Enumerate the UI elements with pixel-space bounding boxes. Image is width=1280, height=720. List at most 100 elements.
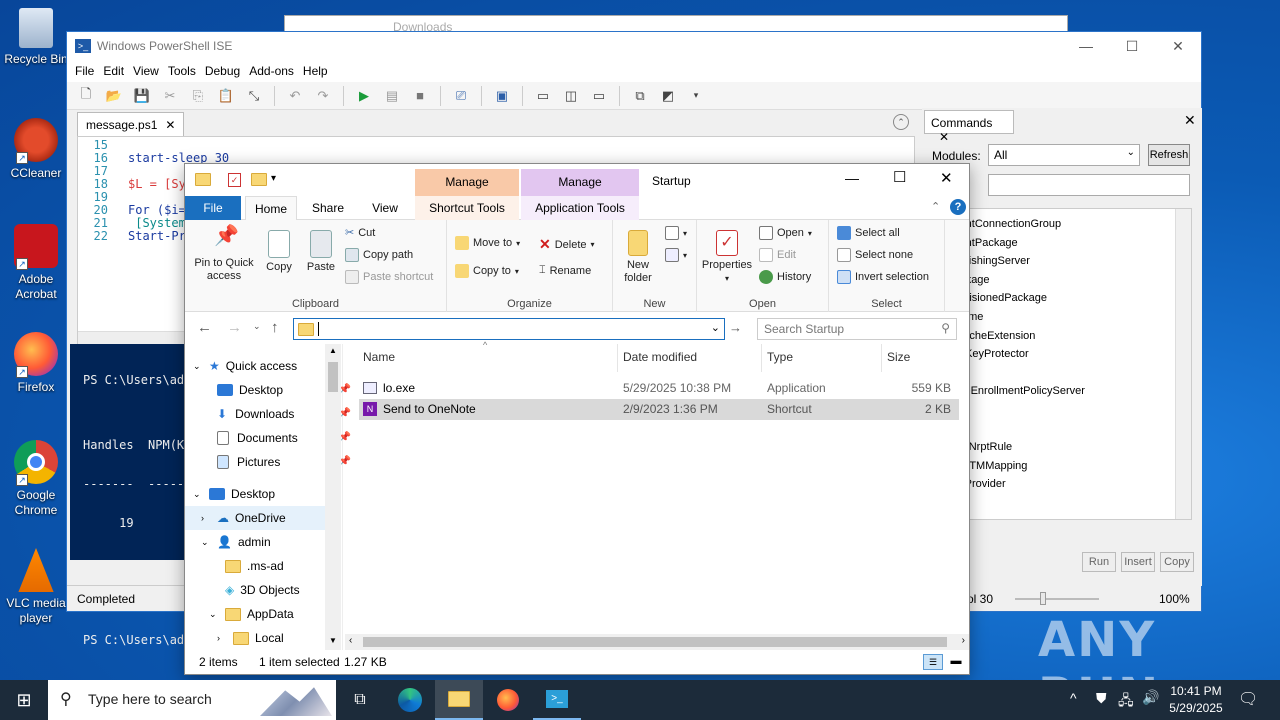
- maximize-button[interactable]: ☐: [1109, 32, 1155, 60]
- search-input[interactable]: Search Startup ⚲: [757, 318, 957, 340]
- properties-button[interactable]: ✓ Properties ▾: [699, 230, 755, 285]
- redo-icon[interactable]: ↷: [312, 85, 334, 107]
- new-folder-button[interactable]: New folder: [617, 230, 659, 285]
- minimize-button[interactable]: —: [1063, 32, 1109, 60]
- paste-button[interactable]: Paste: [301, 230, 341, 274]
- zoom-slider[interactable]: [1015, 598, 1099, 600]
- tab-home[interactable]: Home: [245, 196, 297, 220]
- column-name[interactable]: Name: [363, 350, 395, 364]
- back-icon[interactable]: ←: [197, 319, 212, 336]
- minimize-button[interactable]: —: [845, 170, 859, 186]
- nav-admin[interactable]: ⌄ 👤 admin: [201, 530, 341, 554]
- run-selection-icon[interactable]: ▤: [381, 85, 403, 107]
- remote-powershell-icon[interactable]: ⎚: [450, 85, 472, 107]
- move-to-button[interactable]: Move to ▾: [455, 236, 520, 250]
- zoom-slider-thumb[interactable]: [1040, 592, 1046, 605]
- open-folder-icon[interactable]: 📂: [103, 85, 125, 107]
- powershell-console-icon[interactable]: ▣: [491, 85, 513, 107]
- console-pane[interactable]: PS C:\Users\ad Handles NPM(K ------- ---…: [70, 344, 190, 647]
- pin-quick-access-button[interactable]: 📌 Pin to Quick access: [191, 226, 257, 283]
- scroll-left-icon[interactable]: ‹: [349, 635, 352, 646]
- new-item-button[interactable]: ▾: [665, 226, 687, 240]
- menu-help[interactable]: Help: [301, 64, 335, 78]
- quick-access-dropdown-icon[interactable]: ▾: [271, 173, 276, 184]
- scroll-down-icon[interactable]: ▼: [329, 636, 337, 645]
- column-size[interactable]: Size: [887, 350, 910, 364]
- easy-access-button[interactable]: ▾: [665, 248, 687, 262]
- column-date-modified[interactable]: Date modified: [623, 350, 697, 364]
- close-button[interactable]: ✕: [940, 169, 953, 187]
- desktop-icon-google-chrome[interactable]: ↗ Google Chrome: [0, 440, 72, 518]
- volume-icon[interactable]: 🔊: [1142, 689, 1159, 706]
- open-button[interactable]: Open ▾: [759, 226, 812, 240]
- new-file-icon[interactable]: 🗋: [75, 85, 97, 107]
- details-view-icon[interactable]: ☰: [923, 654, 943, 670]
- clock[interactable]: 10:41 PM 5/29/2025: [1164, 683, 1228, 717]
- copy-to-button[interactable]: Copy to ▾: [455, 264, 519, 278]
- large-icons-view-icon[interactable]: ▬: [947, 654, 965, 670]
- refresh-button[interactable]: Refresh: [1148, 144, 1190, 166]
- address-input[interactable]: ⌄: [293, 318, 725, 340]
- nav-ms-ad[interactable]: .ms-ad: [225, 554, 365, 578]
- maximize-button[interactable]: ☐: [893, 168, 906, 186]
- new-folder-quick-icon[interactable]: [251, 173, 267, 186]
- run-script-icon[interactable]: ▶: [353, 85, 375, 107]
- forward-icon[interactable]: →: [227, 319, 242, 336]
- properties-quick-icon[interactable]: ✓: [228, 173, 241, 187]
- taskbar-edge[interactable]: [386, 680, 434, 720]
- collapse-script-pane-icon[interactable]: ⌃: [893, 114, 909, 130]
- copy-button[interactable]: Copy: [259, 230, 299, 274]
- select-all-button[interactable]: Select all: [837, 226, 900, 240]
- ise-title-bar[interactable]: >_ Windows PowerShell ISE — ☐ ✕: [67, 32, 1201, 60]
- nav-quick-access[interactable]: ⌄ ★ Quick access: [193, 354, 333, 378]
- menu-file[interactable]: File: [73, 64, 101, 78]
- scroll-thumb[interactable]: [328, 362, 338, 392]
- history-button[interactable]: History: [759, 270, 811, 284]
- rename-button[interactable]: ⌶ Rename: [539, 264, 591, 277]
- navigation-pane[interactable]: ⌄ ★ Quick access Desktop 📌 ⬇ Downloads 📌 Docu…: [185, 344, 351, 650]
- close-button[interactable]: ✕: [1155, 32, 1201, 60]
- column-type[interactable]: Type: [767, 350, 793, 364]
- layout-top-icon[interactable]: ▭: [532, 85, 554, 107]
- close-tab-icon[interactable]: ✕: [165, 118, 175, 132]
- save-icon[interactable]: 💾: [131, 85, 153, 107]
- go-arrow-icon[interactable]: →: [729, 320, 742, 335]
- tab-share[interactable]: Share: [305, 196, 351, 220]
- scroll-up-icon[interactable]: ▲: [329, 346, 337, 355]
- nav-desktop-root[interactable]: ⌄ Desktop: [193, 482, 333, 506]
- commands-tab[interactable]: Commands ✕: [924, 110, 1014, 144]
- taskbar-file-explorer[interactable]: [435, 680, 483, 720]
- scroll-right-icon[interactable]: ›: [962, 635, 965, 646]
- command-name-input[interactable]: [988, 174, 1190, 196]
- desktop-icon-ccleaner[interactable]: ↗ CCleaner: [0, 118, 72, 181]
- tab-view[interactable]: View: [361, 196, 409, 220]
- layout-max-icon[interactable]: ▭: [588, 85, 610, 107]
- modules-dropdown[interactable]: All ⌄: [988, 144, 1140, 166]
- taskbar-firefox[interactable]: [484, 680, 532, 720]
- file-row-selected[interactable]: N Send to OneNote 2/9/2023 1:36 PM Short…: [359, 399, 959, 420]
- show-addon-icon[interactable]: ◩: [657, 85, 679, 107]
- taskbar-powershell-ise[interactable]: >_: [533, 680, 581, 720]
- scroll-thumb[interactable]: [363, 637, 947, 647]
- taskbar-search-box[interactable]: ⚲ Type here to search: [48, 680, 336, 720]
- tab-message-ps1[interactable]: message.ps1 ✕: [77, 112, 185, 136]
- close-commands-icon[interactable]: ✕: [939, 130, 949, 144]
- show-commands-icon[interactable]: ⧉: [629, 85, 651, 107]
- menu-edit[interactable]: Edit: [101, 64, 131, 78]
- cut-icon[interactable]: ✂: [159, 85, 181, 107]
- close-pane-icon[interactable]: ✕: [1184, 112, 1196, 129]
- select-none-button[interactable]: Select none: [837, 248, 913, 262]
- file-row[interactable]: lo.exe 5/29/2025 10:38 PM Application 55…: [359, 378, 959, 399]
- nav-onedrive[interactable]: › ☁ OneDrive: [185, 506, 325, 530]
- nav-scrollbar[interactable]: ▲ ▼: [325, 344, 341, 650]
- explorer-title-bar[interactable]: ✓ ▾ Manage Manage Startup — ☐ ✕: [185, 164, 969, 196]
- task-view-button[interactable]: ⧉: [336, 680, 384, 720]
- ethernet-icon[interactable]: 🖧: [1118, 690, 1134, 714]
- file-list[interactable]: ^ Name Date modified Type Size lo.exe 5/…: [353, 340, 971, 634]
- tab-application-tools[interactable]: Application Tools: [521, 196, 639, 220]
- tab-file[interactable]: File: [185, 196, 241, 220]
- nav-3d-objects[interactable]: ◈ 3D Objects: [225, 578, 365, 602]
- paste-shortcut-button[interactable]: Paste shortcut: [345, 270, 433, 284]
- desktop-icon-recycle-bin[interactable]: Recycle Bin: [0, 8, 72, 67]
- stop-icon[interactable]: ■: [409, 85, 431, 107]
